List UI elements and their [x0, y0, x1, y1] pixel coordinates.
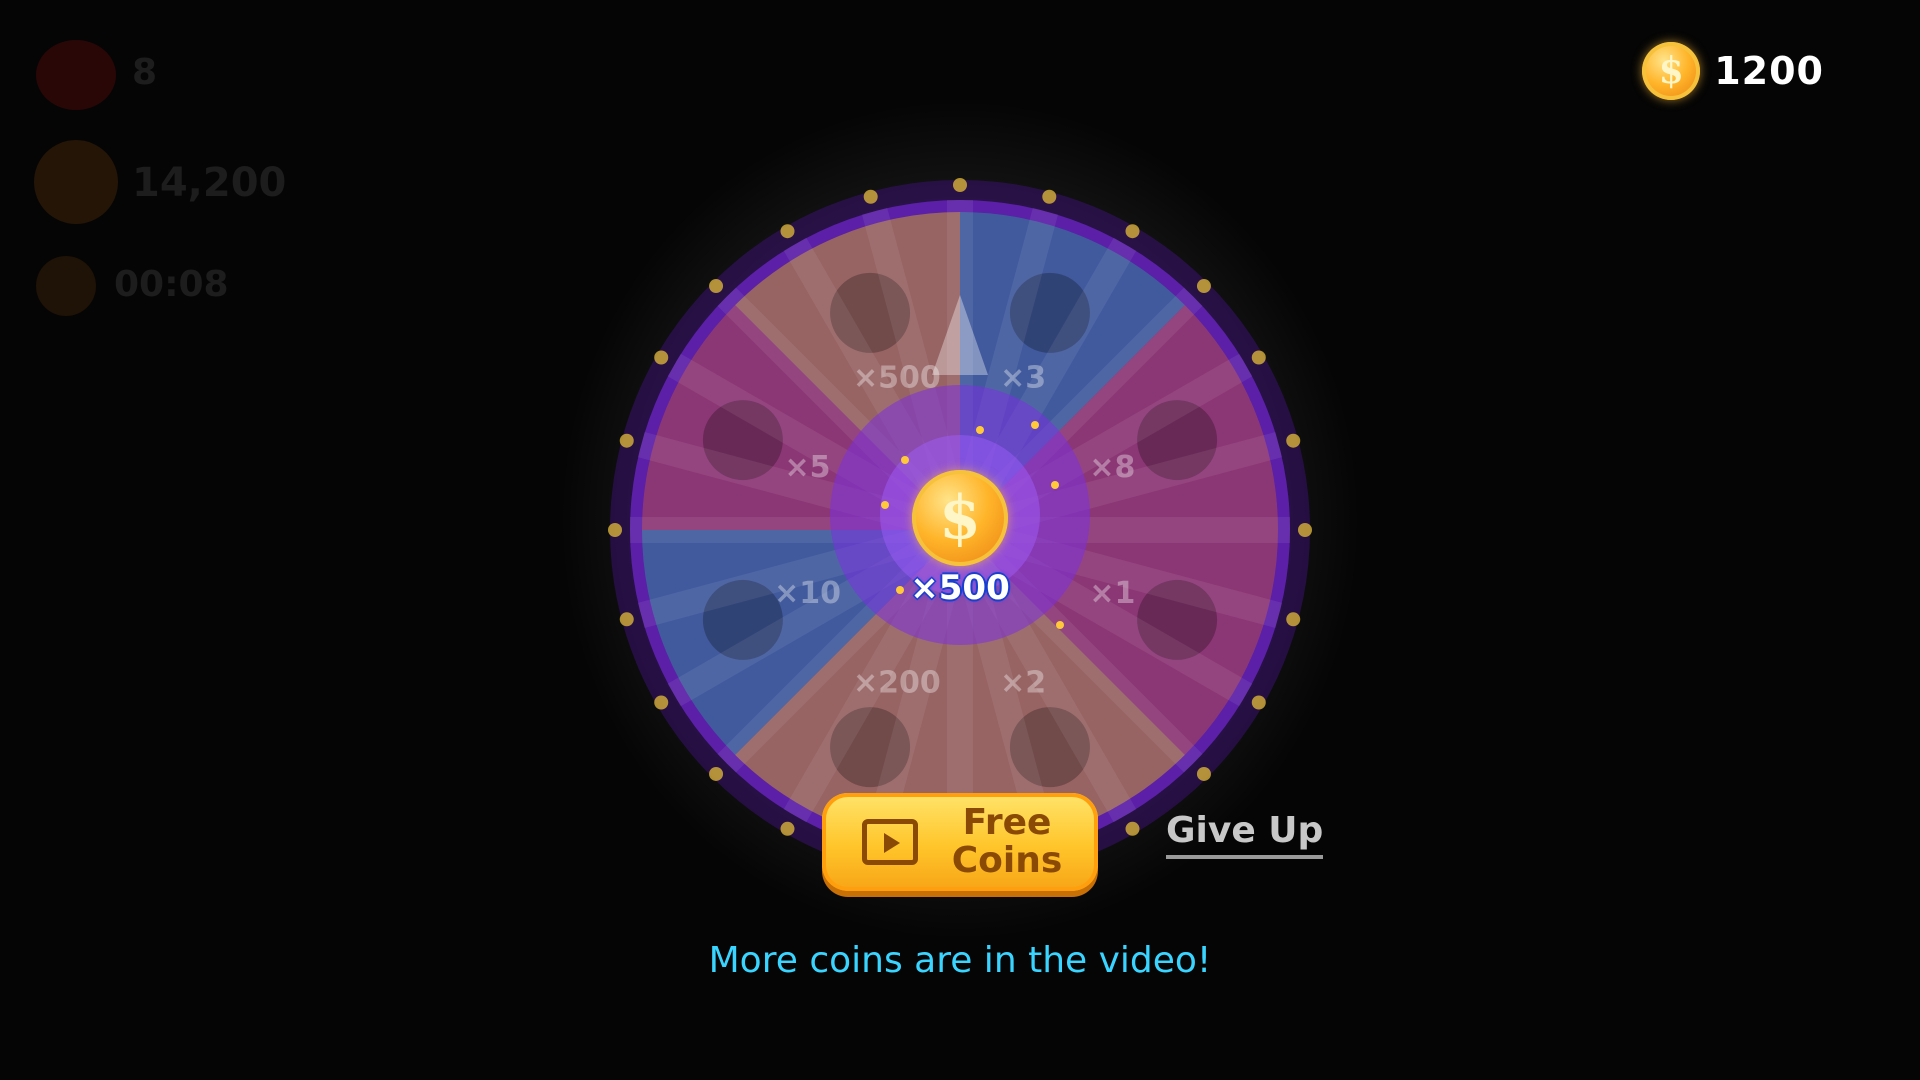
video-hint-text: More coins are in the video! — [708, 940, 1212, 981]
sparkle — [976, 426, 984, 434]
rim-light — [1286, 612, 1301, 627]
rim-light — [780, 224, 795, 239]
rim-light — [1125, 821, 1140, 836]
coin-count: 1200 — [1714, 49, 1824, 93]
rim-light — [608, 523, 622, 537]
sparkle — [881, 501, 889, 509]
sparkle — [1056, 621, 1064, 629]
rim-light — [619, 612, 634, 627]
sparkle — [1031, 421, 1039, 429]
rim-light — [709, 766, 724, 781]
sparkle — [1051, 481, 1059, 489]
free-coins-button[interactable]: Free Coins — [822, 793, 1098, 891]
rim-light — [1196, 766, 1211, 781]
video-icon — [862, 819, 918, 865]
rim-light — [654, 350, 669, 365]
score-value: 14,200 — [132, 160, 287, 206]
rim-light — [780, 821, 795, 836]
coin-icon: $ — [1642, 42, 1701, 100]
rim-light — [863, 189, 878, 204]
coin-counter: $ 1200 — [1642, 42, 1824, 100]
rim-light — [1251, 695, 1266, 710]
sparkle — [901, 456, 909, 464]
timer-icon — [36, 256, 96, 316]
rim-light — [709, 279, 724, 294]
score-coin-icon — [34, 140, 118, 224]
rim-light — [1042, 189, 1057, 204]
rim-light — [1196, 279, 1211, 294]
lives-heart-icon — [36, 40, 116, 110]
rim-light — [1298, 523, 1312, 537]
rim-light — [1251, 350, 1266, 365]
free-coins-label: Free Coins — [951, 802, 1063, 881]
rim-light — [953, 178, 967, 192]
rim-light — [654, 695, 669, 710]
reward-amount: ×500 — [910, 568, 1010, 608]
rim-light — [1286, 433, 1301, 448]
timer-value: 00:08 — [114, 264, 229, 305]
rim-light — [1125, 224, 1140, 239]
reward-coin-icon: $ — [912, 470, 1008, 566]
lives-count: 8 — [132, 52, 158, 93]
rim-light — [619, 433, 634, 448]
give-up-button[interactable]: Give Up — [1166, 810, 1324, 859]
